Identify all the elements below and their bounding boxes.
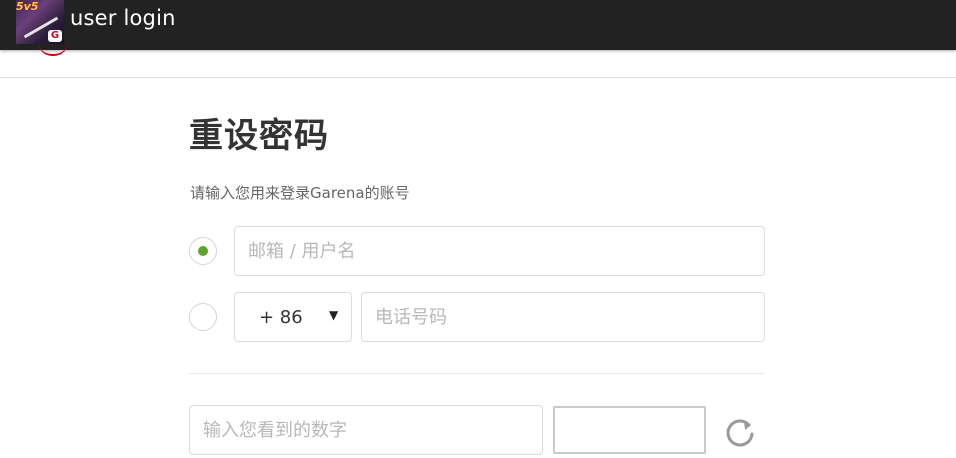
account-radio[interactable] — [189, 237, 217, 265]
garena-logo-icon: G — [48, 30, 62, 42]
form-subtitle: 请输入您用来登录Garena的账号 — [190, 184, 410, 202]
captcha-input[interactable] — [189, 405, 543, 455]
account-input[interactable] — [234, 226, 765, 276]
dropdown-triangle-icon: ▼ — [329, 308, 339, 322]
country-code-select[interactable]: + 86 ▼ — [234, 292, 352, 342]
app-title: user login — [70, 6, 176, 30]
phone-number-input[interactable] — [361, 292, 765, 342]
country-code-value: + 86 — [259, 307, 303, 328]
header-divider — [0, 77, 956, 78]
phone-radio[interactable] — [189, 303, 217, 331]
logo-red-underline — [38, 42, 68, 56]
game-logo[interactable]: 5v5 G — [16, 0, 64, 44]
section-divider — [189, 373, 765, 374]
refresh-icon[interactable] — [724, 416, 756, 448]
captcha-image — [553, 406, 706, 454]
top-navigation-bar: 5v5 G user login — [0, 0, 956, 50]
page-title: 重设密码 — [189, 116, 329, 156]
logo-5v5-text: 5v5 — [16, 0, 39, 13]
